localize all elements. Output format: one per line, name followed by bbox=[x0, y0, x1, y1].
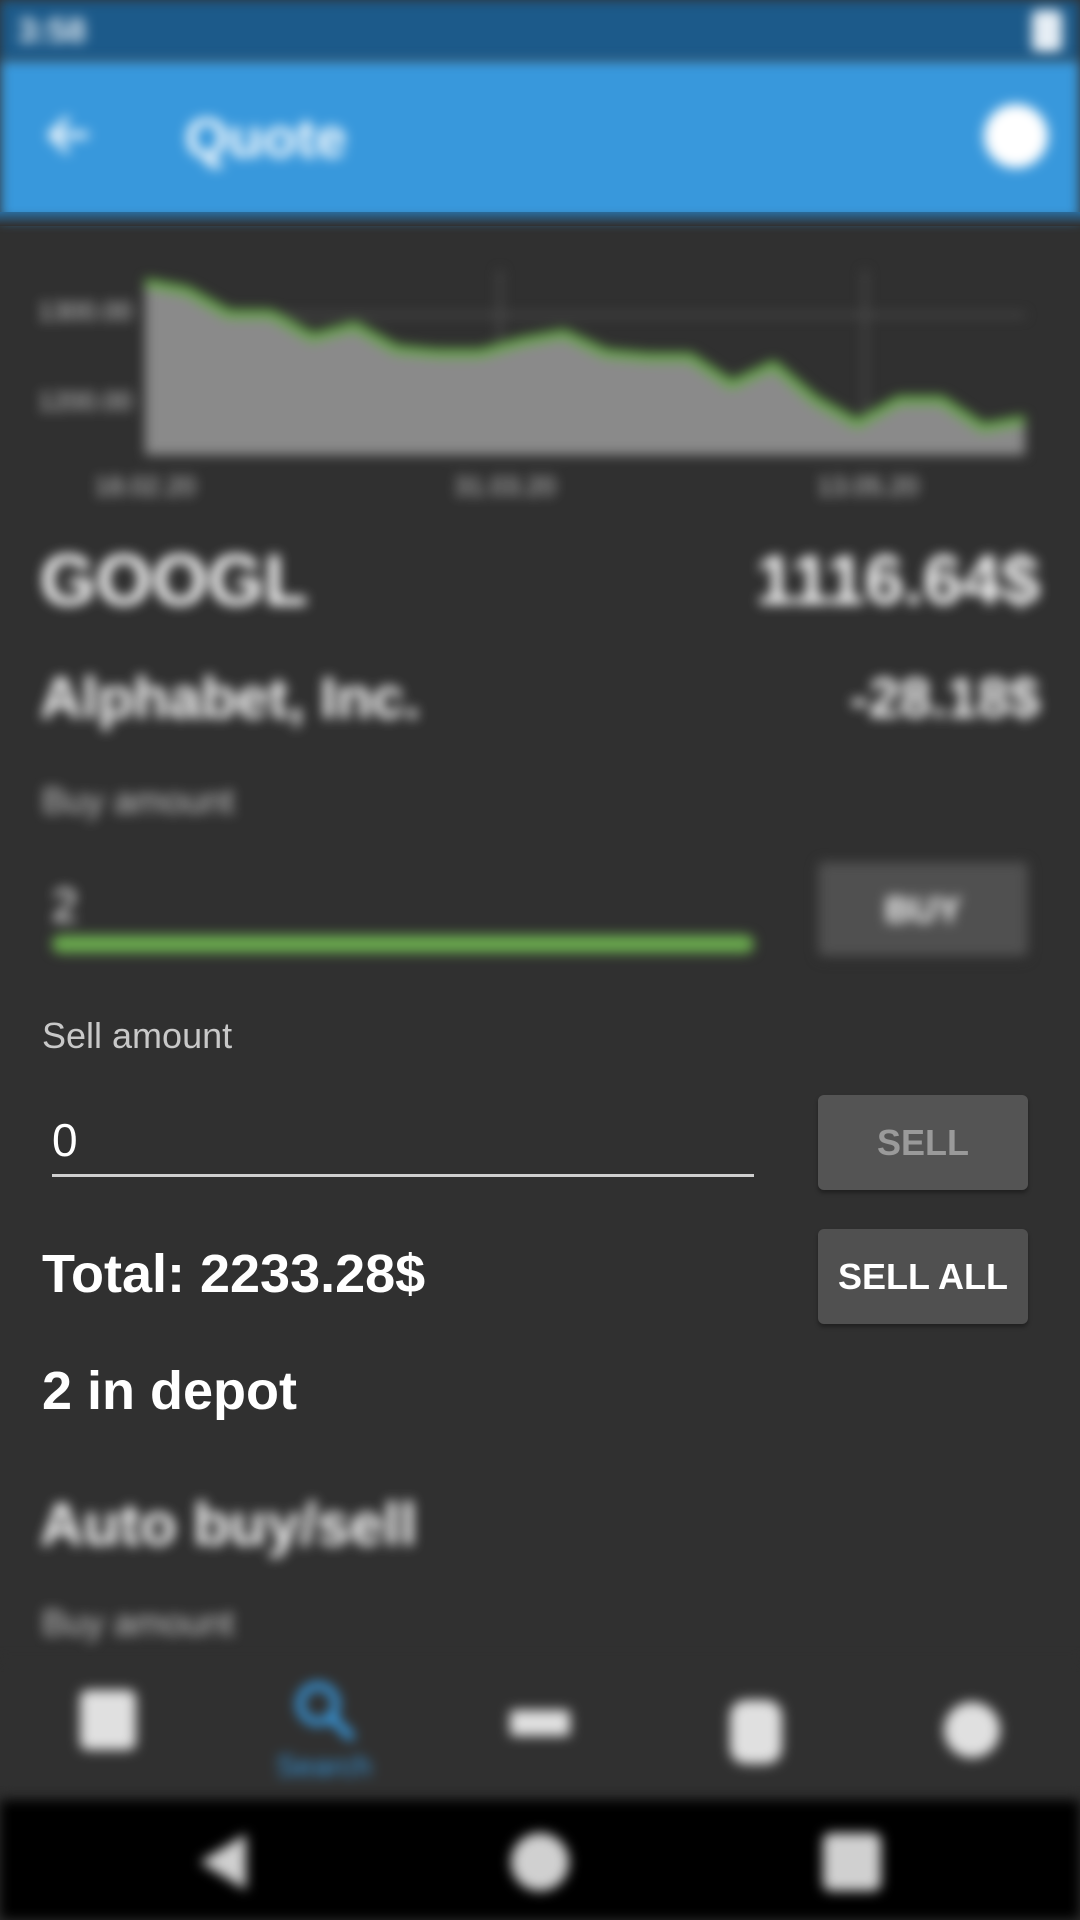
buy-button[interactable]: BUY bbox=[818, 862, 1028, 957]
page-title: Quote bbox=[185, 106, 347, 169]
more-options-icon[interactable] bbox=[984, 104, 1048, 168]
history-icon bbox=[730, 1700, 782, 1764]
nav-item-history[interactable] bbox=[648, 1660, 864, 1800]
app-bar-shadow bbox=[0, 212, 1080, 226]
auto-trade-title: Auto buy/sell bbox=[40, 1491, 417, 1558]
chart-x-ticks: 18.02.20 31.03.20 13.05.20 bbox=[94, 471, 918, 501]
nav-item-search[interactable]: Search bbox=[216, 1660, 432, 1800]
nav-label-search: Search bbox=[276, 1750, 372, 1783]
sell-input-underline bbox=[52, 1174, 754, 1177]
chart-x-tick-label: 18.02.20 bbox=[94, 471, 195, 501]
buy-input-underline bbox=[52, 935, 754, 953]
bottom-navigation: Search bbox=[0, 1660, 1080, 1800]
portfolio-icon bbox=[80, 1690, 136, 1750]
system-navigation-bar bbox=[0, 1800, 1080, 1920]
nav-item-settings[interactable] bbox=[864, 1660, 1080, 1800]
price-change: -28.18$ bbox=[850, 666, 1040, 729]
price-chart: 1300.00 1200.00 18.02.20 31.03.20 13.05.20 bbox=[0, 250, 1080, 510]
back-arrow-icon[interactable] bbox=[40, 105, 100, 165]
chart-svg: 1300.00 1200.00 18.02.20 31.03.20 13.05.20 bbox=[38, 270, 1026, 501]
nav-item-portfolio[interactable] bbox=[0, 1660, 216, 1800]
stock-price: 1116.64$ bbox=[755, 541, 1040, 619]
search-icon bbox=[296, 1682, 355, 1741]
total-value: Total: 2233.28$ bbox=[42, 1244, 426, 1304]
sell-all-button[interactable]: SELL ALL bbox=[818, 1229, 1028, 1324]
chart-y-tick-label: 1200.00 bbox=[38, 386, 132, 416]
stock-symbol: GOOGL bbox=[40, 541, 308, 621]
nav-item-stats[interactable] bbox=[432, 1660, 648, 1800]
depot-count: 2 in depot bbox=[42, 1361, 297, 1421]
stats-icon bbox=[510, 1710, 570, 1736]
chart-x-tick-label: 13.05.20 bbox=[817, 471, 918, 501]
sell-amount-label: Sell amount bbox=[42, 1015, 233, 1056]
auto-buy-amount-label: Buy amount bbox=[42, 1602, 235, 1643]
company-name: Alphabet, Inc. bbox=[40, 666, 421, 731]
system-recents-icon[interactable] bbox=[823, 1833, 881, 1891]
chart-x-tick-label: 31.03.20 bbox=[454, 471, 555, 501]
buy-amount-label: Buy amount bbox=[42, 780, 235, 821]
chart-area-fill bbox=[145, 282, 1025, 455]
chart-y-ticks: 1300.00 1200.00 bbox=[38, 296, 132, 416]
app-bar: Quote bbox=[0, 60, 1080, 220]
status-bar: 3:58 bbox=[0, 0, 1080, 60]
status-time: 3:58 bbox=[18, 12, 87, 50]
sell-amount-input[interactable] bbox=[52, 1095, 754, 1185]
settings-icon bbox=[944, 1702, 1000, 1758]
system-home-icon[interactable] bbox=[511, 1833, 569, 1891]
sell-button[interactable]: SELL bbox=[818, 1095, 1028, 1190]
system-back-icon[interactable] bbox=[200, 1834, 246, 1890]
chart-y-tick-label: 1300.00 bbox=[38, 296, 132, 326]
battery-icon bbox=[1032, 10, 1062, 52]
